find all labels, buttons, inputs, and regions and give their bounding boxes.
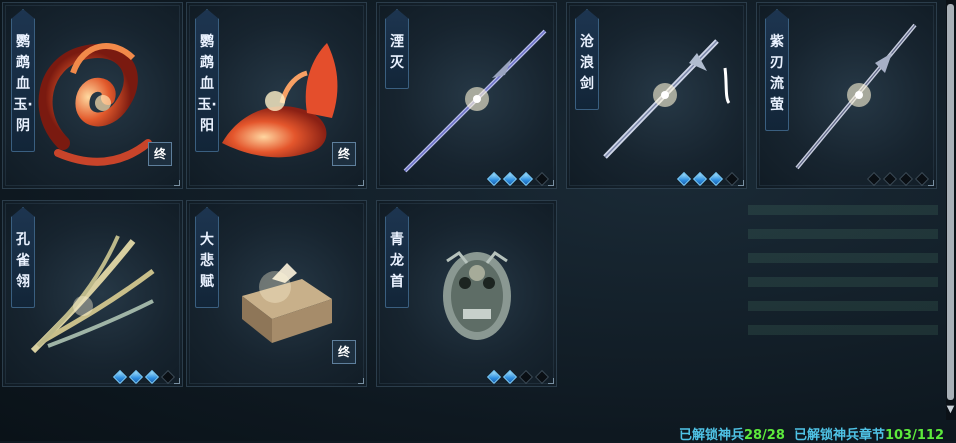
diamond-filled-icon: [112, 369, 128, 385]
diamond-empty-icon: [882, 171, 898, 187]
star-rating: [112, 369, 176, 385]
collection-panel: 鹦鹉血玉·阴 终 鹦鹉血玉·阳 终 湮灭 沧浪剑 紫刃流萤 孔雀翎 大悲赋 终 …: [0, 0, 956, 443]
corner-mark-icon: [548, 378, 554, 384]
corner-mark-icon: [174, 378, 180, 384]
final-rank-badge: 终: [148, 142, 172, 166]
name-tag: 紫刃流萤: [765, 9, 789, 131]
diamond-empty-icon: [724, 171, 740, 187]
diamond-filled-icon: [144, 369, 160, 385]
diamond-filled-icon: [486, 369, 502, 385]
weapon-name: 鹦鹉血玉·阴: [13, 34, 33, 134]
weapon-card[interactable]: 孔雀翎: [2, 200, 183, 387]
name-tag: 沧浪剑: [575, 9, 599, 110]
weapon-name: 沧浪剑: [580, 34, 594, 92]
diamond-filled-icon: [486, 171, 502, 187]
weapon-name: 湮灭: [390, 34, 404, 71]
diamond-filled-icon: [692, 171, 708, 187]
name-tag: 湮灭: [385, 9, 409, 89]
name-tag: 鹦鹉血玉·阳: [195, 9, 219, 152]
weapon-card[interactable]: 紫刃流萤: [756, 2, 937, 189]
scrollbar-thumb[interactable]: [947, 4, 954, 400]
star-rating: [486, 171, 550, 187]
weapon-card[interactable]: 湮灭: [376, 2, 557, 189]
corner-mark-icon: [358, 378, 364, 384]
diamond-filled-icon: [518, 171, 534, 187]
diamond-empty-icon: [914, 171, 930, 187]
weapon-card[interactable]: 鹦鹉血玉·阳 终: [186, 2, 367, 189]
diamond-filled-icon: [502, 171, 518, 187]
diamond-empty-icon: [160, 369, 176, 385]
name-tag: 鹦鹉血玉·阴: [11, 9, 35, 152]
name-tag: 大悲赋: [195, 207, 219, 308]
unlock-status: 已解锁神兵28/28 已解锁神兵章节103/112: [679, 424, 944, 443]
diamond-empty-icon: [534, 171, 550, 187]
weapon-card[interactable]: 沧浪剑: [566, 2, 747, 189]
weapon-name: 大悲赋: [200, 232, 214, 290]
diamond-filled-icon: [708, 171, 724, 187]
weapon-card[interactable]: 大悲赋 终: [186, 200, 367, 387]
weapon-name: 紫刃流萤: [770, 34, 784, 113]
weapon-name: 孔雀翎: [16, 232, 30, 290]
diamond-empty-icon: [534, 369, 550, 385]
background-texture: [748, 205, 938, 335]
name-tag: 青龙首: [385, 207, 409, 308]
weapon-card[interactable]: 鹦鹉血玉·阴 终: [2, 2, 183, 189]
weapon-name: 鹦鹉血玉·阳: [197, 34, 217, 134]
name-tag: 孔雀翎: [11, 207, 35, 308]
weapon-name: 青龙首: [390, 232, 404, 290]
weapon-card[interactable]: 青龙首: [376, 200, 557, 387]
chevron-down-icon[interactable]: ▼: [945, 403, 956, 417]
corner-mark-icon: [738, 180, 744, 186]
corner-mark-icon: [358, 180, 364, 186]
final-rank-badge: 终: [332, 340, 356, 364]
star-rating: [676, 171, 740, 187]
diamond-empty-icon: [866, 171, 882, 187]
diamond-filled-icon: [502, 369, 518, 385]
star-rating: [486, 369, 550, 385]
diamond-empty-icon: [898, 171, 914, 187]
corner-mark-icon: [928, 180, 934, 186]
corner-mark-icon: [174, 180, 180, 186]
diamond-empty-icon: [518, 369, 534, 385]
star-rating: [866, 171, 930, 187]
diamond-filled-icon: [676, 171, 692, 187]
final-rank-badge: 终: [332, 142, 356, 166]
corner-mark-icon: [548, 180, 554, 186]
diamond-filled-icon: [128, 369, 144, 385]
